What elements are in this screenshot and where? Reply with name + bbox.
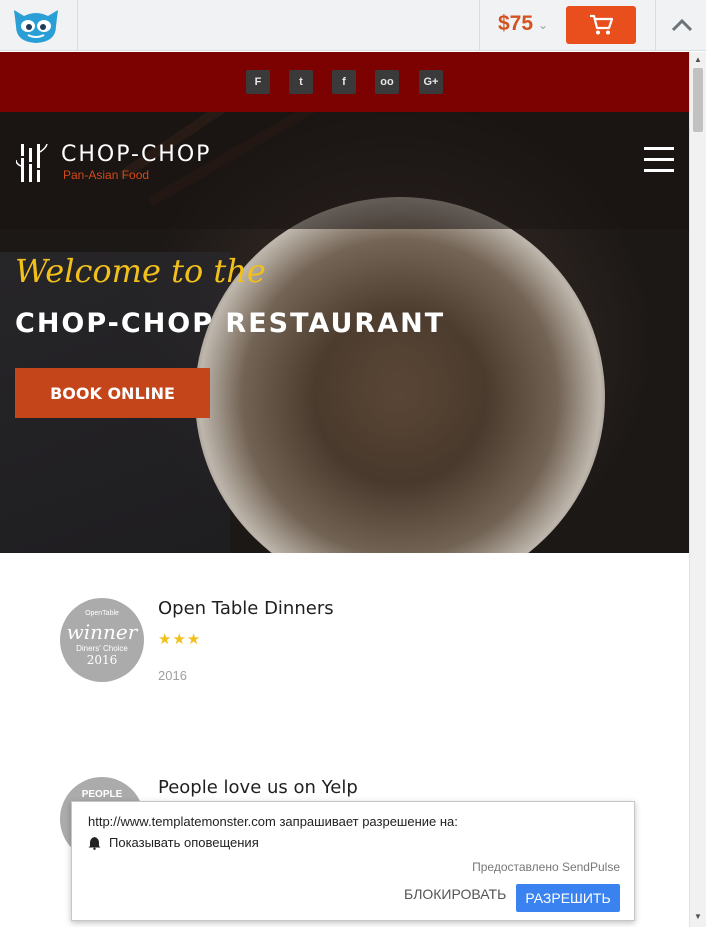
hero-welcome-text: Welcome to the [15,252,266,290]
notification-permission-popup: http://www.templatemonster.com запрашива… [71,801,635,921]
social-links-bar: F t f oo G+ [0,52,689,112]
top-bar: $75 ⌄ [0,0,706,51]
cart-icon [590,14,613,35]
opentable-award-badge: OpenTable winner Diners' Choice 2016 [60,598,144,682]
twitter-glyph: t [299,76,303,88]
book-online-button[interactable]: BOOK ONLINE [15,368,210,418]
hamburger-menu-icon[interactable] [644,147,674,173]
permission-item: Показывать оповещения [88,835,259,850]
award-title: Open Table Dinners [158,598,334,619]
badge-top-text: PEOPLE [81,789,123,800]
chevron-down-icon[interactable]: ⌄ [538,18,548,32]
site-logo-name[interactable]: CHOP-CHOP [61,142,211,167]
page-scrollbar[interactable]: ▲ ▼ [689,52,706,927]
foursquare-glyph: F [254,76,262,88]
scrollbar-thumb[interactable] [693,68,703,132]
foursquare-icon[interactable]: F [246,70,270,94]
divider [77,0,78,51]
divider [655,0,656,51]
cart-button[interactable] [566,6,636,44]
scroll-down-arrow-icon[interactable]: ▼ [694,912,702,921]
permission-item-label: Показывать оповещения [109,835,259,850]
tripadvisor-icon[interactable]: oo [375,70,399,94]
hero-title: CHOP-CHOP RESTAURANT [15,308,446,339]
twitter-icon[interactable]: t [289,70,313,94]
divider [479,0,480,51]
provider-credit: Предоставлено SendPulse [472,860,620,874]
collapse-button[interactable] [668,14,696,36]
scroll-up-arrow-icon[interactable]: ▲ [694,55,702,64]
templatemonster-logo-icon[interactable] [10,6,62,46]
allow-button[interactable]: РАЗРЕШИТЬ [516,884,620,912]
award-title: People love us on Yelp [158,777,358,798]
badge-year-text: 2016 [86,653,118,667]
star-rating: ★★★ [158,631,202,648]
site-logo-tagline: Pan-Asian Food [63,168,150,182]
hero-section: CHOP-CHOP Pan-Asian Food Welcome to the … [0,112,689,553]
award-item: OpenTable winner Diners' Choice 2016 Ope… [60,598,660,698]
cart-total-price[interactable]: $75 [498,12,533,36]
google-plus-glyph: G+ [423,76,439,88]
tripadvisor-glyph: oo [380,76,394,88]
facebook-icon[interactable]: f [332,70,356,94]
google-plus-icon[interactable]: G+ [419,70,443,94]
badge-top-text: OpenTable [85,610,119,617]
facebook-glyph: f [342,76,346,88]
site-header: CHOP-CHOP Pan-Asian Food [0,112,689,229]
block-button[interactable]: БЛОКИРОВАТЬ [404,886,506,902]
chevron-up-icon [671,18,693,32]
badge-sub-text: Diners' Choice [76,644,128,653]
bell-icon [88,836,101,850]
hero-background-bowl [195,197,605,553]
bamboo-logo-icon[interactable] [15,142,48,184]
permission-request-text: http://www.templatemonster.com запрашива… [88,814,458,829]
badge-main-text: winner [66,620,138,644]
award-year: 2016 [158,668,187,683]
